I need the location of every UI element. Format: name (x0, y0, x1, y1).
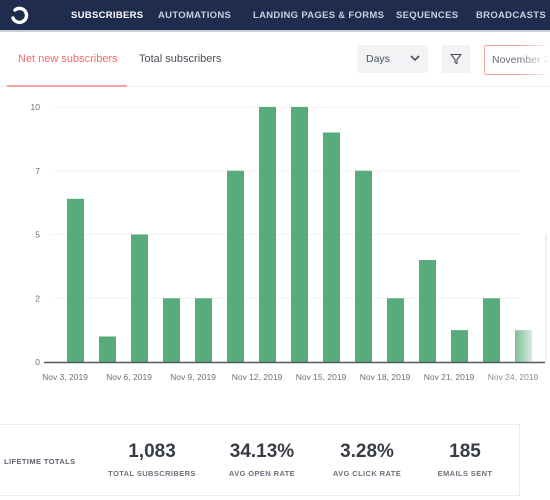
bar (227, 170, 244, 362)
bar (131, 234, 148, 362)
net-new-subscribers-chart: 0 2 5 7 10 Nov 3, 2019 Nov 6, 2019 Nov 9, 2019 N… (0, 90, 550, 390)
bar (323, 132, 340, 362)
bar (387, 298, 404, 362)
stat-value: 1,083 (128, 441, 176, 462)
filter-button[interactable] (442, 45, 470, 73)
y-tick-label: 10 (31, 102, 41, 112)
top-nav: SUBSCRIBERS AUTOMATIONS LANDING PAGES & … (0, 0, 550, 32)
x-tick-label: Nov 24, 2019 (488, 372, 539, 382)
y-tick-label: 5 (35, 230, 40, 240)
stat-total-subscribers: 1,083 TOTAL SUBSCRIBERS (97, 441, 207, 478)
stat-value: 3.28% (340, 441, 394, 462)
x-tick-label: Nov 18, 2019 (360, 372, 411, 382)
y-tick-label: 7 (35, 166, 40, 176)
active-tab-underline (7, 85, 127, 87)
tab-net-new-subscribers[interactable]: Net new subscribers (18, 53, 118, 65)
logo-icon[interactable] (9, 5, 29, 25)
stat-value: 34.13% (229, 441, 295, 462)
bar (195, 298, 212, 362)
lifetime-totals-label: LIFETIME TOTALS (4, 457, 76, 466)
bar (451, 330, 468, 362)
interval-select[interactable]: Days (357, 45, 428, 73)
filter-icon (450, 53, 462, 65)
bar (355, 170, 372, 362)
bar (419, 260, 436, 362)
nav-automations[interactable]: AUTOMATIONS (158, 10, 231, 21)
bar-chart: 0 2 5 7 10 Nov 3, 2019 Nov 6, 2019 Nov 9, 2019 N… (31, 102, 547, 382)
stat-caption: TOTAL SUBSCRIBERS (108, 469, 196, 478)
x-tick-label: Nov 3, 2019 (42, 372, 88, 382)
stat-caption: AVG CLICK RATE (332, 469, 402, 478)
nav-subscribers[interactable]: SUBSCRIBERS (71, 10, 143, 21)
stat-caption: AVG OPEN RATE (228, 469, 296, 478)
bar (163, 298, 180, 362)
lifetime-totals: LIFETIME TOTALS 1,083 TOTAL SUBSCRIBERS … (0, 424, 520, 496)
x-tick-label: Nov 9, 2019 (170, 372, 216, 382)
y-tick-label: 0 (35, 357, 40, 367)
bar (515, 330, 532, 362)
x-tick-label: Nov 15, 2019 (296, 372, 347, 382)
stat-caption: EMAILS SENT (437, 469, 493, 478)
nav-broadcasts[interactable]: BROADCASTS (476, 10, 546, 21)
nav-sequences[interactable]: SEQUENCES (396, 10, 458, 21)
interval-select-value: Days (366, 53, 390, 65)
stat-avg-click-rate: 3.28% AVG CLICK RATE (312, 441, 422, 478)
bar (483, 298, 500, 362)
x-tick-label: Nov 21, 2019 (424, 372, 475, 382)
fade-overlay (520, 40, 550, 85)
x-tick-label: Nov 6, 2019 (106, 372, 152, 382)
bar (291, 107, 308, 362)
stat-avg-open-rate: 34.13% AVG OPEN RATE (207, 441, 317, 478)
stat-emails-sent: 185 EMAILS SENT (410, 441, 520, 478)
chevron-down-icon (410, 55, 420, 62)
bar (99, 336, 116, 362)
x-tick-label: Nov 12, 2019 (232, 372, 283, 382)
tab-total-subscribers[interactable]: Total subscribers (139, 53, 222, 65)
bar (259, 107, 276, 362)
nav-landing-pages-forms[interactable]: LANDING PAGES & FORMS (253, 10, 384, 21)
y-tick-label: 2 (35, 293, 40, 303)
bar (67, 198, 84, 362)
stat-value: 185 (449, 441, 481, 462)
